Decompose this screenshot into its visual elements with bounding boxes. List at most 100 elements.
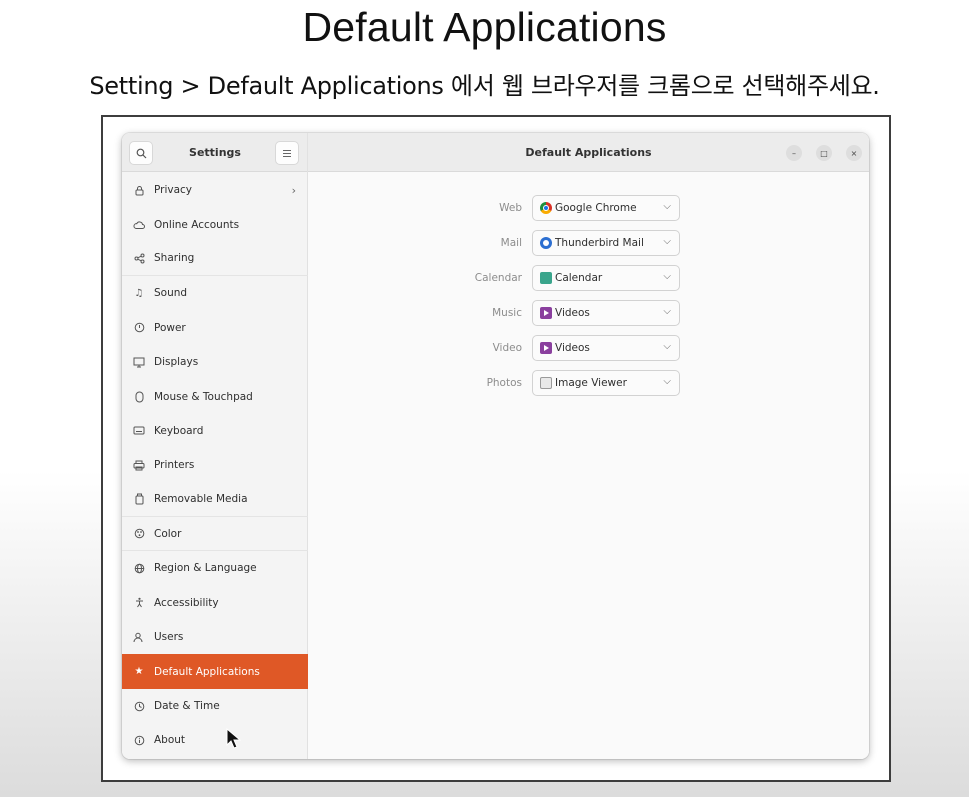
sidebar-item-online-accounts[interactable]: Online Accounts bbox=[122, 207, 308, 241]
users-icon bbox=[133, 631, 145, 643]
sidebar-item-users[interactable]: Users bbox=[122, 620, 308, 654]
mouse-icon bbox=[133, 391, 145, 403]
chevron-down-icon: ⌵ bbox=[663, 306, 671, 317]
row-label: Video bbox=[492, 342, 522, 354]
sidebar-item-label: Removable Media bbox=[154, 493, 248, 506]
settings-window: Settings Privacy › Online Accounts Shari… bbox=[122, 133, 869, 759]
web-app-dropdown[interactable]: Google Chrome ⌵ bbox=[532, 195, 680, 221]
usb-drive-icon bbox=[133, 493, 145, 505]
palette-icon bbox=[133, 528, 145, 540]
sidebar-item-accessibility[interactable]: Accessibility bbox=[122, 586, 308, 620]
sidebar-item-label: Users bbox=[154, 631, 184, 644]
dropdown-value: Thunderbird Mail bbox=[555, 237, 644, 249]
sidebar-item-label: Power bbox=[154, 321, 186, 334]
display-icon bbox=[133, 356, 145, 368]
chevron-down-icon: ⌵ bbox=[663, 271, 671, 282]
slide-title: Default Applications bbox=[302, 4, 667, 50]
chevron-down-icon: ⌵ bbox=[663, 376, 671, 387]
default-app-row-video: Video Videos ⌵ bbox=[308, 333, 869, 368]
sidebar: Settings Privacy › Online Accounts Shari… bbox=[122, 133, 308, 759]
content-pane: Default Applications – □ × Web Google Ch… bbox=[308, 133, 869, 759]
sidebar-item-about[interactable]: About bbox=[122, 723, 308, 757]
row-label: Calendar bbox=[474, 272, 522, 284]
sidebar-item-mouse-touchpad[interactable]: Mouse & Touchpad bbox=[122, 379, 308, 413]
row-label: Web bbox=[499, 202, 522, 214]
slide-subtitle: Setting > Default Applications 에서 웹 브라우저… bbox=[89, 72, 880, 100]
keyboard-icon bbox=[133, 425, 145, 437]
chevron-down-icon: ⌵ bbox=[663, 201, 671, 212]
sidebar-item-label: Keyboard bbox=[154, 424, 204, 437]
photos-app-dropdown[interactable]: Image Viewer ⌵ bbox=[532, 370, 680, 396]
sidebar-item-power[interactable]: Power bbox=[122, 311, 308, 345]
minimize-button[interactable]: – bbox=[786, 145, 802, 161]
share-icon bbox=[133, 252, 145, 264]
sidebar-item-label: About bbox=[154, 734, 186, 747]
sidebar-item-keyboard[interactable]: Keyboard bbox=[122, 414, 308, 448]
video-app-dropdown[interactable]: Videos ⌵ bbox=[532, 335, 680, 361]
sidebar-item-label: Default Applications bbox=[154, 665, 260, 678]
sidebar-header: Settings bbox=[122, 133, 307, 172]
info-icon bbox=[133, 734, 145, 746]
row-label: Photos bbox=[486, 377, 522, 389]
default-app-row-photos: Photos Image Viewer ⌵ bbox=[308, 368, 869, 403]
close-button[interactable]: × bbox=[846, 145, 862, 161]
sidebar-item-label: Online Accounts bbox=[154, 218, 240, 231]
sidebar-item-default-applications[interactable]: ★ Default Applications bbox=[122, 654, 308, 689]
sidebar-item-label: Sharing bbox=[154, 252, 195, 265]
sidebar-item-label: Accessibility bbox=[154, 596, 219, 609]
sidebar-item-label: Privacy bbox=[154, 184, 193, 197]
minimize-icon: – bbox=[792, 148, 796, 158]
default-app-row-web: Web Google Chrome ⌵ bbox=[308, 193, 869, 228]
sidebar-item-label: Displays bbox=[154, 356, 199, 369]
cloud-icon bbox=[133, 219, 145, 231]
menu-button[interactable] bbox=[275, 141, 299, 165]
globe-icon bbox=[133, 562, 145, 574]
image-viewer-icon bbox=[540, 377, 552, 389]
videos-app-icon bbox=[540, 307, 552, 319]
default-app-row-music: Music Videos ⌵ bbox=[308, 298, 869, 333]
sidebar-item-sharing[interactable]: Sharing bbox=[122, 242, 308, 277]
sidebar-item-label: Color bbox=[154, 527, 182, 540]
mouse-pointer-icon bbox=[226, 728, 242, 749]
sidebar-item-privacy[interactable]: Privacy › bbox=[122, 173, 308, 207]
mail-app-dropdown[interactable]: Thunderbird Mail ⌵ bbox=[532, 230, 680, 256]
header-bar: Default Applications – □ × bbox=[308, 133, 869, 172]
music-note-icon: ♫ bbox=[134, 287, 144, 299]
power-icon bbox=[133, 322, 145, 334]
sidebar-item-removable-media[interactable]: Removable Media bbox=[122, 483, 308, 517]
videos-app-icon bbox=[540, 342, 552, 354]
lock-icon bbox=[133, 184, 145, 196]
row-label: Mail bbox=[500, 237, 522, 249]
close-icon: × bbox=[850, 148, 858, 158]
hamburger-menu-icon bbox=[283, 149, 291, 157]
sidebar-item-region-language[interactable]: Region & Language bbox=[122, 551, 308, 585]
maximize-icon: □ bbox=[820, 148, 828, 158]
dropdown-value: Videos bbox=[555, 342, 590, 354]
clock-icon bbox=[133, 700, 145, 712]
printer-icon bbox=[133, 459, 145, 471]
sidebar-item-color[interactable]: Color bbox=[122, 517, 308, 552]
maximize-button[interactable]: □ bbox=[816, 145, 832, 161]
sidebar-item-sound[interactable]: ♫ Sound bbox=[122, 276, 308, 310]
chevron-down-icon: ⌵ bbox=[663, 341, 671, 352]
sidebar-item-date-time[interactable]: Date & Time bbox=[122, 689, 308, 723]
sidebar-item-printers[interactable]: Printers bbox=[122, 448, 308, 482]
chrome-icon bbox=[540, 202, 552, 214]
sidebar-item-label: Date & Time bbox=[154, 700, 220, 713]
chevron-right-icon: › bbox=[291, 183, 296, 197]
sidebar-item-displays[interactable]: Displays bbox=[122, 345, 308, 379]
chevron-down-icon: ⌵ bbox=[663, 236, 671, 247]
row-label: Music bbox=[492, 307, 522, 319]
accessibility-icon bbox=[133, 597, 145, 609]
sidebar-item-label: Sound bbox=[154, 287, 188, 300]
sidebar-item-label: Region & Language bbox=[154, 562, 257, 575]
sidebar-item-label: Mouse & Touchpad bbox=[154, 390, 253, 403]
dropdown-value: Image Viewer bbox=[555, 377, 627, 389]
calendar-app-dropdown[interactable]: Calendar ⌵ bbox=[532, 265, 680, 291]
dropdown-value: Videos bbox=[555, 307, 590, 319]
default-app-row-mail: Mail Thunderbird Mail ⌵ bbox=[308, 228, 869, 263]
dropdown-value: Google Chrome bbox=[555, 202, 637, 214]
calendar-app-icon bbox=[540, 272, 552, 284]
star-icon: ★ bbox=[134, 666, 144, 678]
music-app-dropdown[interactable]: Videos ⌵ bbox=[532, 300, 680, 326]
